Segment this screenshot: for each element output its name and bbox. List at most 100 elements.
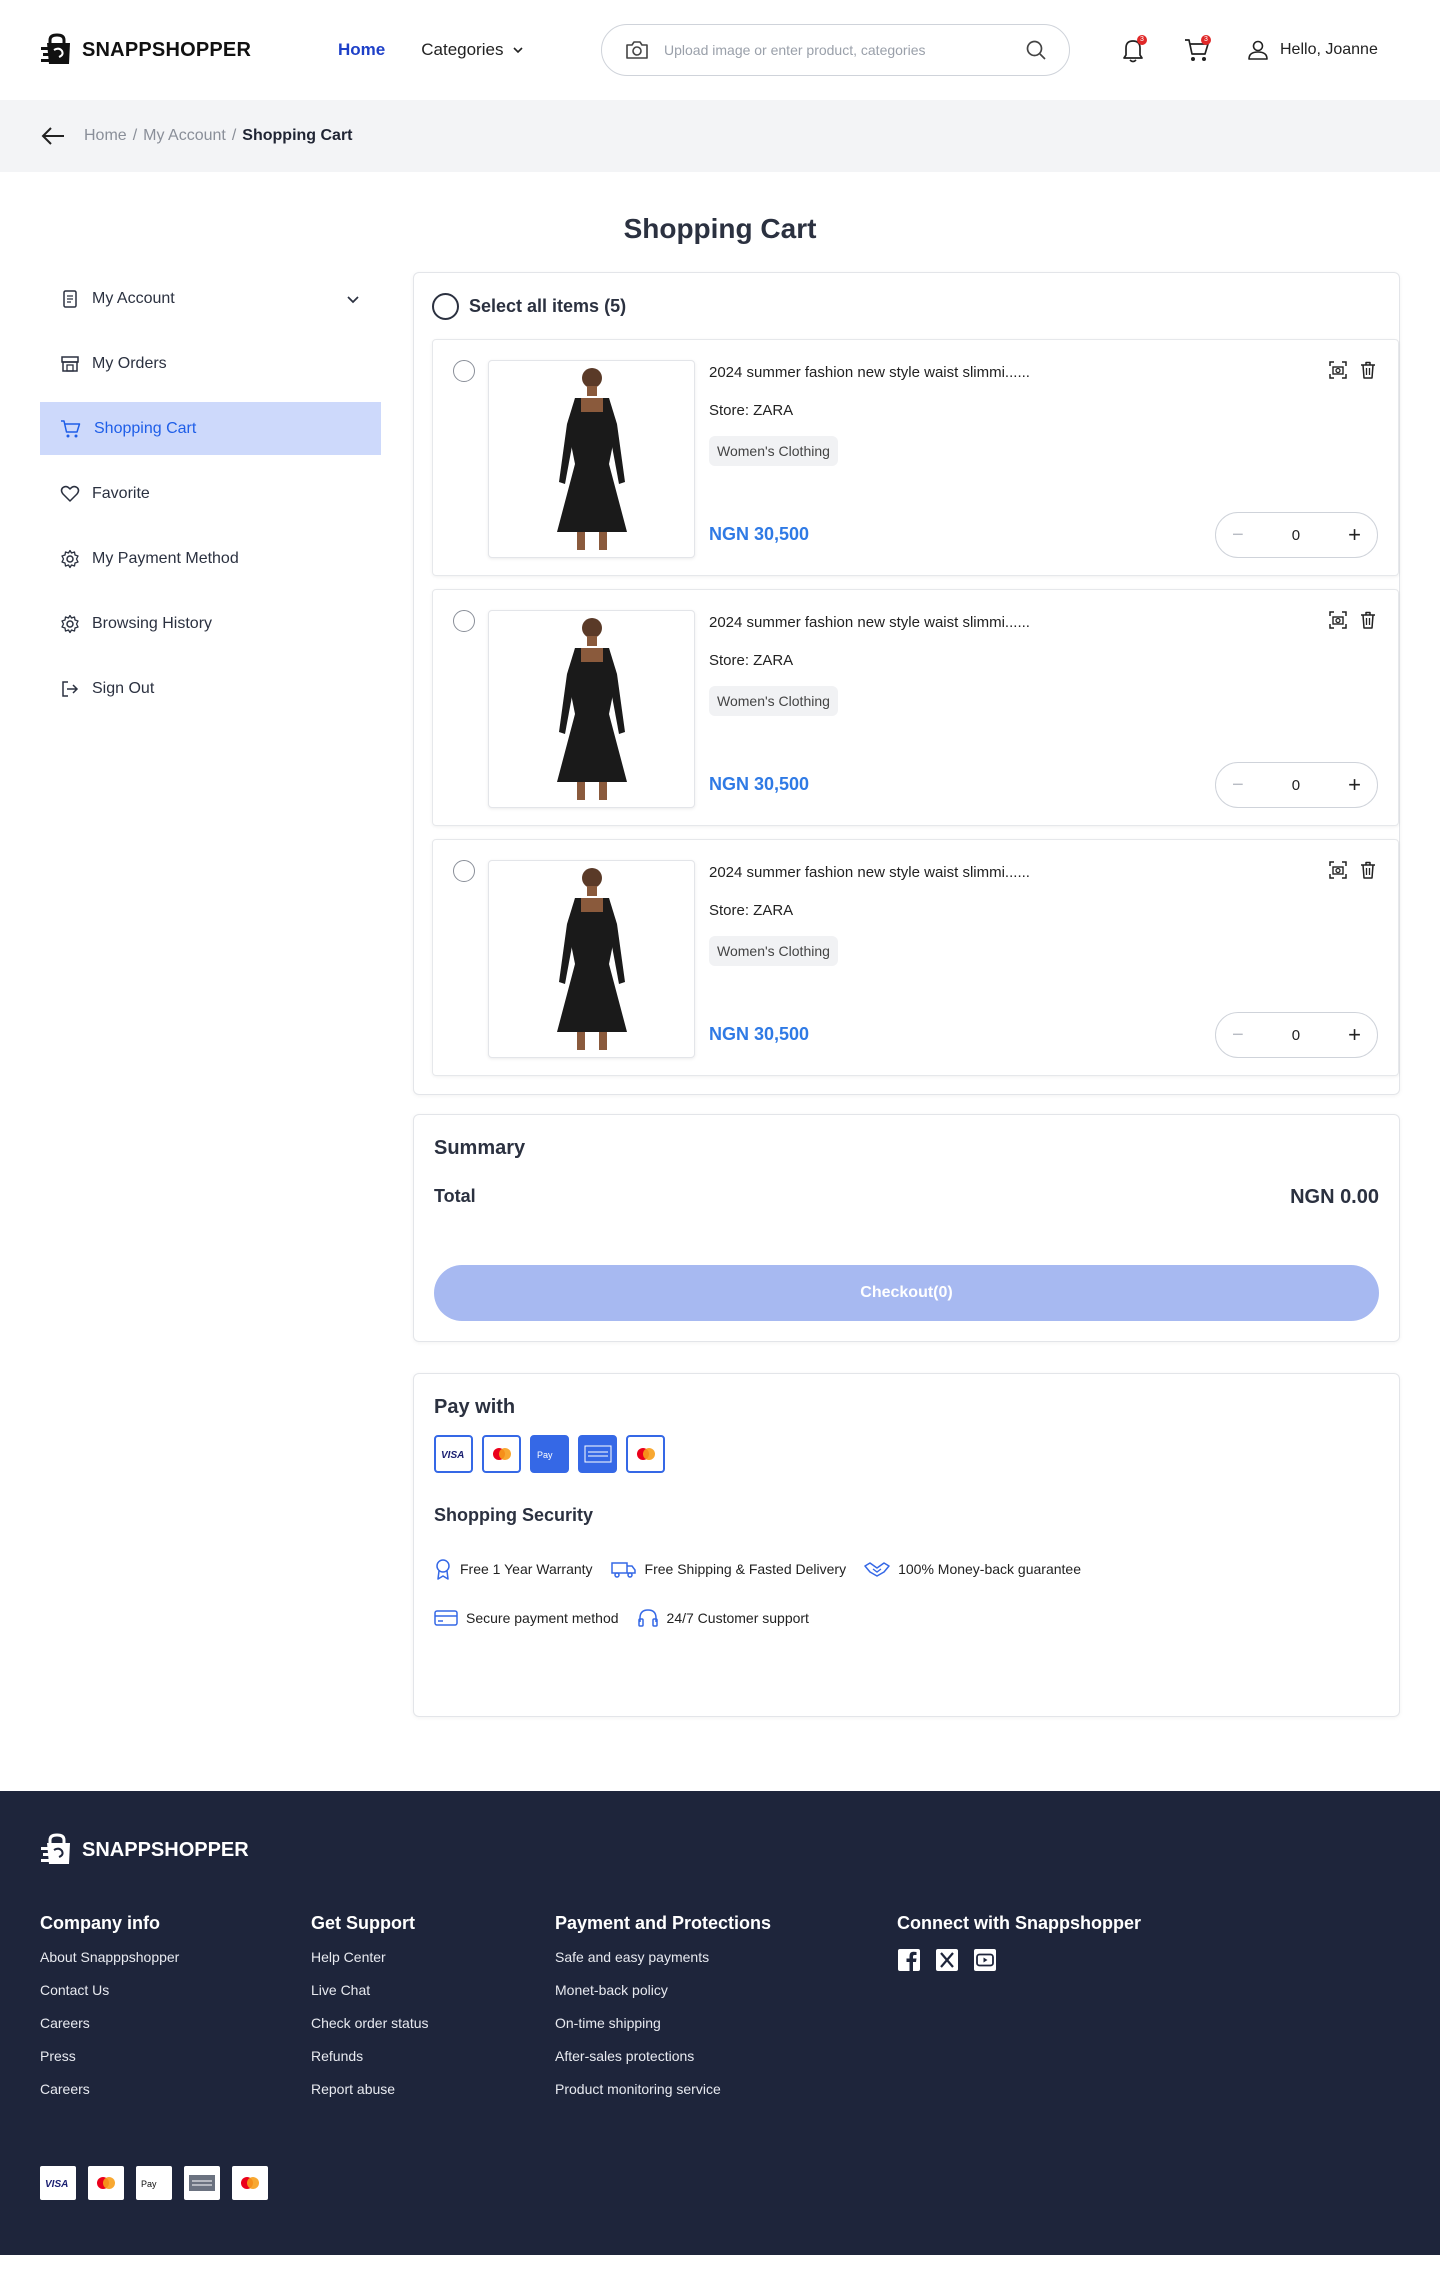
breadcrumb-account[interactable]: My Account <box>143 127 226 145</box>
footer-brand-logo[interactable]: SNAPPSHOPPER <box>40 1833 249 1867</box>
handshake-icon <box>864 1561 890 1577</box>
apple-pay-icon: Pay <box>136 2166 172 2200</box>
decrease-button[interactable]: − <box>1232 1024 1244 1047</box>
search-input[interactable] <box>664 42 1011 58</box>
image-search-icon[interactable] <box>1328 610 1348 630</box>
nav-home[interactable]: Home <box>338 40 385 60</box>
checkout-button[interactable]: Checkout(0) <box>434 1265 1379 1321</box>
footer-link[interactable]: Careers <box>40 2014 179 2047</box>
product-image[interactable] <box>488 610 695 808</box>
headphones-icon <box>637 1608 658 1627</box>
trash-icon[interactable] <box>1358 360 1378 380</box>
sidebar-item-browsing-history[interactable]: Browsing History <box>40 597 381 650</box>
footer-link[interactable]: On-time shipping <box>555 2014 771 2047</box>
award-icon <box>436 1558 450 1580</box>
increase-button[interactable]: + <box>1348 522 1361 548</box>
facebook-icon[interactable] <box>897 1948 921 1972</box>
image-search-icon[interactable] <box>1328 360 1348 380</box>
pay-with-section: Pay with VISA Pay Shopping Security Free… <box>413 1373 1400 1717</box>
product-price: NGN 30,500 <box>709 1024 810 1044</box>
cart-count-badge: 3 <box>1201 35 1211 45</box>
apple-pay-icon[interactable]: Pay <box>530 1435 569 1473</box>
sidebar-item-my-orders[interactable]: My Orders <box>40 337 381 390</box>
notifications-button[interactable]: 3 <box>1118 35 1148 65</box>
x-twitter-icon[interactable] <box>935 1948 959 1972</box>
footer-link[interactable]: Live Chat <box>311 1981 429 2014</box>
product-name[interactable]: 2024 summer fashion new style waist slim… <box>709 614 1030 631</box>
mastercard-icon[interactable] <box>626 1435 665 1473</box>
sidebar-item-payment-method[interactable]: My Payment Method <box>40 532 381 585</box>
footer-link[interactable]: Contact Us <box>40 1981 179 2014</box>
item-select-radio[interactable] <box>453 610 475 632</box>
svg-text:VISA: VISA <box>441 1450 464 1461</box>
nav-categories[interactable]: Categories <box>421 40 525 60</box>
trash-icon[interactable] <box>1358 860 1378 880</box>
nav-categories-label: Categories <box>421 40 504 59</box>
user-icon <box>1248 40 1268 60</box>
select-all-row[interactable]: Select all items (5) <box>414 273 1399 339</box>
footer-link[interactable]: Careers <box>40 2080 179 2113</box>
mastercard-icon[interactable] <box>482 1435 521 1473</box>
youtube-icon[interactable] <box>973 1948 997 1972</box>
feature-label: Secure payment method <box>466 1609 619 1626</box>
chevron-down-icon <box>513 47 524 54</box>
sidebar-item-favorite[interactable]: Favorite <box>40 467 381 520</box>
increase-button[interactable]: + <box>1348 1022 1361 1048</box>
quantity-stepper: − 0 + <box>1215 512 1378 558</box>
amex-card-icon[interactable] <box>578 1435 617 1473</box>
item-select-radio[interactable] <box>453 860 475 882</box>
footer-link[interactable]: Report abuse <box>311 2080 429 2113</box>
cart-button[interactable]: 3 <box>1182 35 1212 65</box>
product-name[interactable]: 2024 summer fashion new style waist slim… <box>709 364 1030 381</box>
document-icon <box>63 289 77 308</box>
product-image[interactable] <box>488 360 695 558</box>
back-arrow-icon[interactable] <box>40 125 66 147</box>
footer-link[interactable]: Safe and easy payments <box>555 1948 771 1981</box>
feature-label: Free Shipping & Fasted Delivery <box>644 1560 847 1577</box>
search-icon[interactable] <box>1025 39 1047 61</box>
breadcrumb-home[interactable]: Home <box>84 127 127 145</box>
footer-link[interactable]: Product monitoring service <box>555 2080 771 2113</box>
sidebar-item-my-account[interactable]: My Account <box>40 272 381 325</box>
footer-company-column: Company info About Snapppshopper Contact… <box>40 1913 179 2113</box>
footer-link[interactable]: After-sales protections <box>555 2047 771 2080</box>
quantity-stepper: − 0 + <box>1215 1012 1378 1058</box>
product-image[interactable] <box>488 860 695 1058</box>
footer-link[interactable]: Press <box>40 2047 179 2080</box>
footer-link[interactable]: Help Center <box>311 1948 429 1981</box>
select-all-label: Select all items (5) <box>469 295 627 316</box>
item-actions <box>1328 360 1378 380</box>
amex-card-icon <box>184 2166 220 2200</box>
footer-brand-name: SNAPPSHOPPER <box>82 1838 249 1861</box>
total-value: NGN 0.00 <box>1290 1186 1379 1208</box>
feature-secure-payment: Secure payment method <box>434 1601 619 1634</box>
item-select-radio[interactable] <box>453 360 475 382</box>
product-store: Store: ZARA <box>709 902 794 919</box>
increase-button[interactable]: + <box>1348 772 1361 798</box>
footer-column-title: Payment and Protections <box>555 1913 772 1933</box>
breadcrumb-bar: Home / My Account / Shopping Cart <box>0 100 1440 172</box>
footer-link[interactable]: Check order status <box>311 2014 429 2047</box>
order-summary: Summary Total NGN 0.00 Checkout(0) <box>413 1114 1400 1342</box>
main-content: My Account My Orders Shopping Cart Favor… <box>0 272 1440 1717</box>
trash-icon[interactable] <box>1358 610 1378 630</box>
brand-logo[interactable]: SNAPPSHOPPER <box>40 33 251 67</box>
sidebar-item-label: My Payment Method <box>92 549 239 567</box>
footer-link[interactable]: Refunds <box>311 2047 429 2080</box>
select-all-radio[interactable] <box>432 292 459 320</box>
footer-link[interactable]: About Snapppshopper <box>40 1948 179 1981</box>
footer-link[interactable]: Monet-back policy <box>555 1981 771 2014</box>
decrease-button[interactable]: − <box>1232 774 1244 797</box>
user-menu[interactable]: Hello, Joanne <box>1246 38 1378 62</box>
sidebar-item-sign-out[interactable]: Sign Out <box>40 662 381 715</box>
visa-card-icon[interactable]: VISA <box>434 1435 473 1473</box>
product-name[interactable]: 2024 summer fashion new style waist slim… <box>709 864 1030 881</box>
quantity-value: 0 <box>1291 776 1301 794</box>
breadcrumb-separator: / <box>231 127 237 144</box>
total-label: Total <box>434 1186 476 1206</box>
decrease-button[interactable]: − <box>1232 524 1244 547</box>
breadcrumb-current: Shopping Cart <box>242 127 353 144</box>
camera-icon[interactable] <box>624 39 650 61</box>
image-search-icon[interactable] <box>1328 860 1348 880</box>
sidebar-item-shopping-cart[interactable]: Shopping Cart <box>40 402 381 455</box>
